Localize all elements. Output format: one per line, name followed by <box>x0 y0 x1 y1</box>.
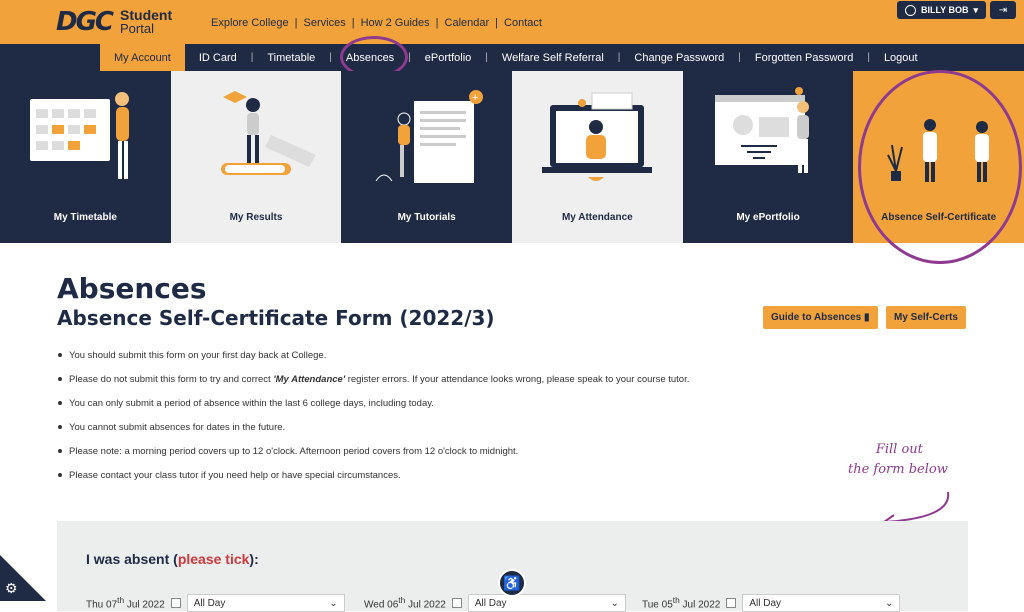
instruction-text: Please note: a morning period covers up … <box>69 446 519 457</box>
accessibility-icon[interactable]: ♿ <box>498 569 526 597</box>
tile-my-attendance[interactable]: My Attendance <box>512 71 683 243</box>
logo-mark: DGC <box>56 7 114 37</box>
instruction-text: register errors. If your attendance look… <box>345 374 690 385</box>
sign-out-icon[interactable]: ⇥ <box>990 1 1016 19</box>
user-circle-icon <box>904 4 916 16</box>
logo-word-portal: Portal <box>120 21 154 36</box>
form-question: I was absent (please tick): <box>86 551 259 567</box>
topnav-explore-college[interactable]: Explore College <box>211 17 289 29</box>
day-cell: Wed 06th Jul 2022 All Day ⌄ <box>364 594 642 612</box>
topnav-contact[interactable]: Contact <box>504 17 542 29</box>
topnav-how2-guides[interactable]: How 2 Guides <box>361 17 430 29</box>
eportfolio-illustration-icon <box>715 87 810 173</box>
topnav-services[interactable]: Services <box>304 17 346 29</box>
instruction-emphasis: 'My Attendance' <box>273 374 346 385</box>
user-menu-button[interactable]: BILLY BOB ▾ <box>896 1 986 19</box>
subnav-my-account[interactable]: My Account <box>100 44 185 71</box>
instructions-list: You should submit this form on your firs… <box>58 350 689 494</box>
my-self-certs-button[interactable]: My Self-Certs <box>886 306 966 329</box>
svg-text:+: + <box>472 92 478 104</box>
tile-label: My Attendance <box>561 212 633 223</box>
absence-checkbox[interactable] <box>726 598 737 608</box>
portal-logo[interactable]: DGC Student Portal <box>56 7 172 37</box>
tile-my-tutorials[interactable]: + My Tutorials <box>341 71 513 243</box>
tile-label: My ePortfolio <box>736 212 800 223</box>
absence-checkbox[interactable] <box>451 598 462 608</box>
question-text: I was absent ( <box>86 551 178 567</box>
instruction-text: Please do not submit this form to try an… <box>69 374 274 385</box>
question-emphasis: please tick <box>177 551 250 567</box>
subnav-timetable[interactable]: Timetable <box>253 44 329 71</box>
results-illustration-icon <box>221 91 316 175</box>
account-subnav: My Account ID Card | Timetable | Absences |… <box>0 44 1024 71</box>
page-subtitle: Absence Self-Certificate Form (2022/3) <box>57 306 495 330</box>
question-end: ): <box>249 551 259 567</box>
tile-my-results[interactable]: My Results <box>170 71 342 243</box>
subnav-welfare-self-referral[interactable]: Welfare Self Referral <box>488 44 618 71</box>
day-label: Wed 06th Jul 2022 <box>364 595 446 611</box>
list-item: You can only submit a period of absence … <box>58 398 689 422</box>
annotation-line2: the form below <box>848 462 948 477</box>
tile-label: My Timetable <box>53 212 117 223</box>
list-item: Please note: a morning period covers up … <box>58 446 689 470</box>
tile-label: My Results <box>229 212 283 223</box>
absence-day-row: Thu 07th Jul 2022 All Day ⌄ Wed 06th Jul … <box>86 594 920 612</box>
timetable-illustration-icon <box>30 92 130 179</box>
page-title: Absences <box>57 272 207 305</box>
period-select[interactable]: All Day ⌄ <box>742 594 901 612</box>
list-item: Please do not submit this form to try an… <box>58 374 689 398</box>
instruction-text: You cannot submit absences for dates in … <box>69 422 286 433</box>
self-certs-label: My Self-Certs <box>894 312 958 323</box>
subnav-forgotten-password[interactable]: Forgotten Password <box>741 44 867 71</box>
absence-checkbox[interactable] <box>170 598 181 608</box>
tile-my-timetable[interactable]: My Timetable <box>0 71 171 243</box>
chevron-down-icon: ▾ <box>973 4 978 15</box>
subnav-id-card[interactable]: ID Card <box>185 44 251 71</box>
top-header: DGC Student Portal Explore College | Serv… <box>0 0 1024 44</box>
list-item: You should submit this form on your firs… <box>58 350 689 374</box>
period-select[interactable]: All Day ⌄ <box>186 594 345 612</box>
list-item: Please contact your class tutor if you n… <box>58 470 689 494</box>
period-select[interactable]: All Day ⌄ <box>467 594 626 612</box>
gear-icon[interactable]: ⚙ <box>5 580 18 597</box>
subnav-logout[interactable]: Logout <box>870 44 932 71</box>
subnav-eportfolio[interactable]: ePortfolio <box>411 44 485 71</box>
day-label: Thu 07th Jul 2022 <box>86 595 165 611</box>
instruction-text: You can only submit a period of absence … <box>69 398 434 409</box>
day-cell: Tue 05th Jul 2022 All Day ⌄ <box>642 594 920 612</box>
chevron-down-icon: ⌄ <box>329 597 338 609</box>
instruction-text: You should submit this form on your firs… <box>69 350 327 361</box>
tutorials-illustration-icon: + <box>375 90 483 183</box>
annotation-line1: Fill out <box>875 442 923 457</box>
guide-label: Guide to Absences <box>771 312 862 323</box>
annotation-circle-self-certificate <box>858 70 1022 264</box>
day-cell: Thu 07th Jul 2022 All Day ⌄ <box>86 594 364 612</box>
chevron-down-icon: ⌄ <box>610 597 619 609</box>
subnav-change-password[interactable]: Change Password <box>620 44 738 71</box>
tile-my-eportfolio[interactable]: My ePortfolio <box>682 71 854 243</box>
handwritten-annotation: Fill out the form below <box>848 440 948 480</box>
instruction-text: Please contact your class tutor if you n… <box>69 470 401 481</box>
tile-label: My Tutorials <box>397 212 456 223</box>
user-name: BILLY BOB <box>920 5 969 15</box>
list-item: You cannot submit absences for dates in … <box>58 422 689 446</box>
top-nav: Explore College | Services | How 2 Guides |… <box>211 17 542 29</box>
attendance-illustration-icon <box>542 92 653 181</box>
day-label: Tue 05th Jul 2022 <box>642 595 721 611</box>
guide-to-absences-button[interactable]: Guide to Absences ▮ <box>763 306 878 329</box>
chevron-down-icon: ⌄ <box>884 597 894 609</box>
book-icon: ▮ <box>864 312 870 323</box>
absence-form-panel: I was absent (please tick): Thu 07th Jul… <box>57 521 968 612</box>
topnav-calendar[interactable]: Calendar <box>445 17 490 29</box>
